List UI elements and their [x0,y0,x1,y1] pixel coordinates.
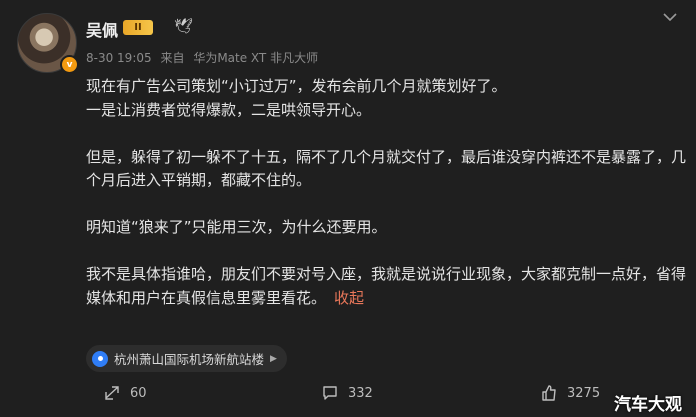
bird-icon[interactable]: 🕊 [174,17,193,35]
comment-count: 332 [348,385,373,401]
paragraph-4: 明知道“狼来了”只能用三次，为什么还要用。 [86,218,387,236]
paragraph-3: 但是，躲得了初一躲不了十五，隔不了几个月就交付了，最后谁没穿内裤还不是暴露了，几… [86,147,687,190]
like-icon [542,385,556,401]
location-label: 杭州萧山国际机场新航站楼 [114,352,265,367]
device-name[interactable]: 华为Mate XT 非凡大师 [193,51,318,65]
repost-count: 60 [130,385,147,401]
source-prefix: 来自 [160,51,185,65]
collapse-link[interactable]: 收起 [334,289,364,307]
comment-icon [323,386,337,400]
level-badge[interactable]: II [123,20,153,35]
post-meta: 8-30 19:05 来自 华为Mate XT 非凡大师 [86,49,323,66]
comment-button[interactable]: 332 [321,384,373,402]
pin-icon [92,350,108,367]
post-content: 现在有广告公司策划“小订过万”，发布会前几个月就策划好了。 一是让消费者觉得爆款… [86,75,686,310]
paragraph-5: 我不是具体指谁哈，朋友们不要对号入座，我就是说说行业现象，大家都克制一点好，省得… [86,263,686,310]
verified-badge: v [60,55,79,74]
username[interactable]: 吴佩 [86,17,118,41]
paragraph-5-text: 我不是具体指谁哈，朋友们不要对号入座，我就是说说行业现象，大家都克制一点好，省得… [86,265,687,307]
repost-button[interactable]: 60 [103,384,147,402]
chevron-right-icon: ▶ [270,353,277,364]
like-button[interactable]: 3275 [540,384,600,402]
repost-icon [105,386,119,400]
watermark: 汽车大观 [614,395,682,415]
paragraph-1: 现在有广告公司策划“小订过万”，发布会前几个月就策划好了。 [86,77,507,95]
more-icon[interactable] [662,13,678,21]
location-tag[interactable]: 杭州萧山国际机场新航站楼 ▶ [86,345,287,372]
post-date: 8-30 19:05 [86,51,152,65]
like-count: 3275 [567,385,601,401]
paragraph-2: 一是让消费者觉得爆款，二是哄领导开心。 [86,100,372,119]
action-bar: 60 332 3275 [0,384,696,410]
